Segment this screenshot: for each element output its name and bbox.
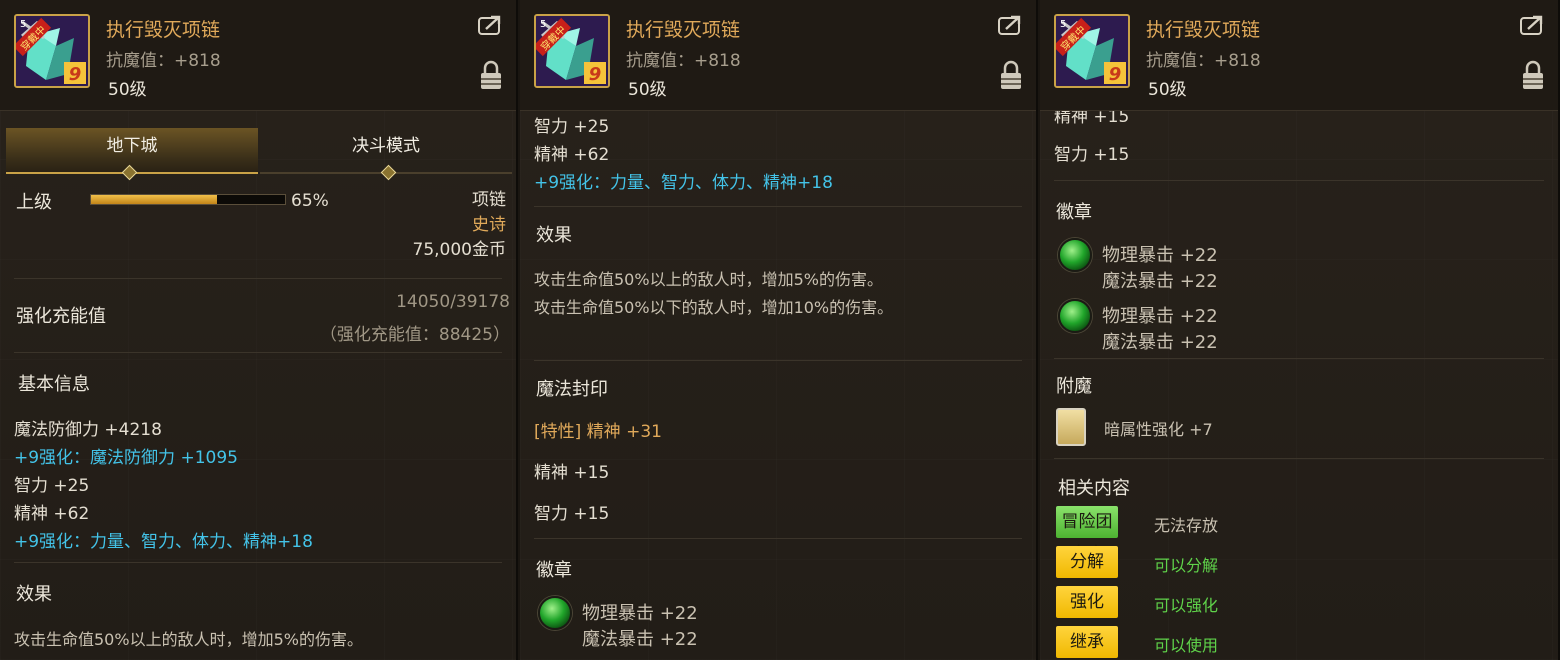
- seal-trait-line: [特性] 精神 +31: [534, 422, 662, 442]
- enhance-charge-title: 强化充能值: [16, 306, 106, 327]
- enchant-stat: 暗属性强化 +7: [1104, 420, 1213, 439]
- related-status: 可以强化: [1154, 596, 1219, 615]
- item-name: 执行毁灭项链: [1146, 19, 1261, 41]
- emblem-stat: 物理暴击 +22: [582, 603, 698, 624]
- enchant-card-icon: [1056, 408, 1086, 446]
- item-rarity: 史诗: [472, 215, 506, 235]
- item-tooltip-panel-2: 穿戴中 5 9 执行毁灭项链 抗魔值：+818 50级 智力 +25 精神 +6…: [520, 0, 1038, 660]
- stat-line: +9强化：力量、智力、体力、精神+18: [534, 173, 833, 193]
- effect-title: 效果: [536, 225, 572, 246]
- item-name: 执行毁灭项链: [106, 19, 221, 41]
- green-emblem-icon: [538, 596, 572, 630]
- effect-title: 效果: [16, 584, 52, 605]
- divider: [534, 206, 1022, 207]
- stat-line: 精神 +62: [534, 145, 610, 165]
- necklace-icon: 穿戴中 5 9: [534, 14, 610, 88]
- related-content-title: 相关内容: [1058, 478, 1130, 499]
- stat-line: 精神 +62: [14, 504, 90, 524]
- divider: [1054, 358, 1544, 359]
- effect-line: 攻击生命值50%以上的敌人时，增加5%的伤害。: [534, 270, 883, 289]
- necklace-icon: 穿戴中 5 9: [14, 14, 90, 88]
- icon-corner-number: 5: [540, 19, 546, 30]
- grade-progress-bar: [90, 194, 286, 205]
- item-header: 穿戴中 5 9 执行毁灭项链 抗魔值：+818 50级: [520, 0, 1036, 111]
- item-tooltip-panel-3: 精神 +15 穿戴中 5 9 执行毁灭项链 抗魔值：+818 50级 智力 +1…: [1040, 0, 1560, 660]
- divider: [14, 278, 502, 279]
- divider: [14, 352, 502, 353]
- grade-progress-fill: [91, 195, 218, 204]
- emblem-stat: 物理暴击 +22: [1102, 245, 1218, 266]
- related-status: 无法存放: [1154, 516, 1219, 535]
- item-level: 50级: [1148, 80, 1187, 100]
- emblem-title: 徽章: [536, 560, 572, 581]
- lock-icon[interactable]: [1000, 60, 1022, 90]
- stat-line: 魔法防御力 +4218: [14, 420, 162, 440]
- divider: [14, 562, 502, 563]
- enhance-button[interactable]: 强化: [1056, 586, 1118, 618]
- item-name: 执行毁灭项链: [626, 19, 741, 41]
- upgrade-level-badge: 9: [589, 64, 602, 85]
- item-header: 穿戴中 5 9 执行毁灭项链 抗魔值：+818 50级: [0, 0, 516, 111]
- divider: [1054, 180, 1544, 181]
- icon-corner-number: 5: [1060, 19, 1066, 30]
- share-icon[interactable]: [1520, 14, 1546, 36]
- green-emblem-icon: [1058, 299, 1092, 333]
- magic-seal-title: 魔法封印: [536, 379, 608, 400]
- enhance-charge-value: 14050/39178: [396, 292, 510, 312]
- upgrade-level-badge: 9: [1109, 64, 1122, 85]
- share-icon[interactable]: [998, 14, 1024, 36]
- emblem-stat: 魔法暴击 +22: [582, 629, 698, 650]
- lock-icon[interactable]: [480, 60, 502, 90]
- enhance-charge-note: （强化充能值：88425）: [319, 325, 510, 345]
- stat-line: +9强化：力量、智力、体力、精神+18: [14, 532, 313, 552]
- item-main-stat: 抗魔值：+818: [1146, 51, 1261, 71]
- share-icon[interactable]: [478, 14, 504, 36]
- item-level: 50级: [108, 80, 147, 100]
- grade-percent: 65%: [291, 191, 329, 211]
- divider: [534, 360, 1022, 361]
- icon-corner-number: 5: [20, 19, 26, 30]
- disassemble-button[interactable]: 分解: [1056, 546, 1118, 578]
- item-header: 穿戴中 5 9 执行毁灭项链 抗魔值：+818 50级: [1040, 0, 1558, 111]
- upgrade-level-badge: 9: [69, 64, 82, 85]
- item-price: 75,000金币: [412, 240, 506, 260]
- effect-line: 攻击生命值50%以上的敌人时，增加5%的伤害。: [14, 630, 363, 649]
- grade-label: 上级: [16, 192, 52, 213]
- emblem-stat: 魔法暴击 +22: [1102, 271, 1218, 292]
- divider: [1054, 458, 1544, 459]
- related-status: 可以分解: [1154, 556, 1219, 575]
- item-main-stat: 抗魔值：+818: [106, 51, 221, 71]
- effect-line: 攻击生命值50%以下的敌人时，增加10%的伤害。: [534, 298, 894, 317]
- adventure-vault-button[interactable]: 冒险团金库: [1056, 506, 1118, 564]
- lock-icon[interactable]: [1522, 60, 1544, 90]
- seal-line: 精神 +15: [534, 463, 610, 483]
- related-status: 可以使用: [1154, 636, 1219, 655]
- item-tooltip-panel-1: 穿戴中 5 9 执行毁灭项链 抗魔值：+818 50级 地下城 决斗模式 上级 …: [0, 0, 518, 660]
- emblem-stat: 魔法暴击 +22: [1102, 332, 1218, 353]
- stat-line: 智力 +25: [14, 476, 90, 496]
- necklace-icon: 穿戴中 5 9: [1054, 14, 1130, 88]
- item-level: 50级: [628, 80, 667, 100]
- emblem-stat: 物理暴击 +22: [1102, 306, 1218, 327]
- basic-info-title: 基本信息: [18, 374, 90, 395]
- enchant-title: 附魔: [1056, 376, 1092, 397]
- seal-line: 智力 +15: [534, 504, 610, 524]
- stat-line: 智力 +25: [534, 117, 610, 137]
- divider: [534, 538, 1022, 539]
- inherit-button[interactable]: 继承: [1056, 626, 1118, 658]
- green-emblem-icon: [1058, 238, 1092, 272]
- emblem-title: 徽章: [1056, 202, 1092, 223]
- item-category: 项链: [472, 190, 506, 210]
- stat-line: +9强化：魔法防御力 +1095: [14, 448, 238, 468]
- item-main-stat: 抗魔值：+818: [626, 51, 741, 71]
- stat-line: 智力 +15: [1054, 145, 1130, 165]
